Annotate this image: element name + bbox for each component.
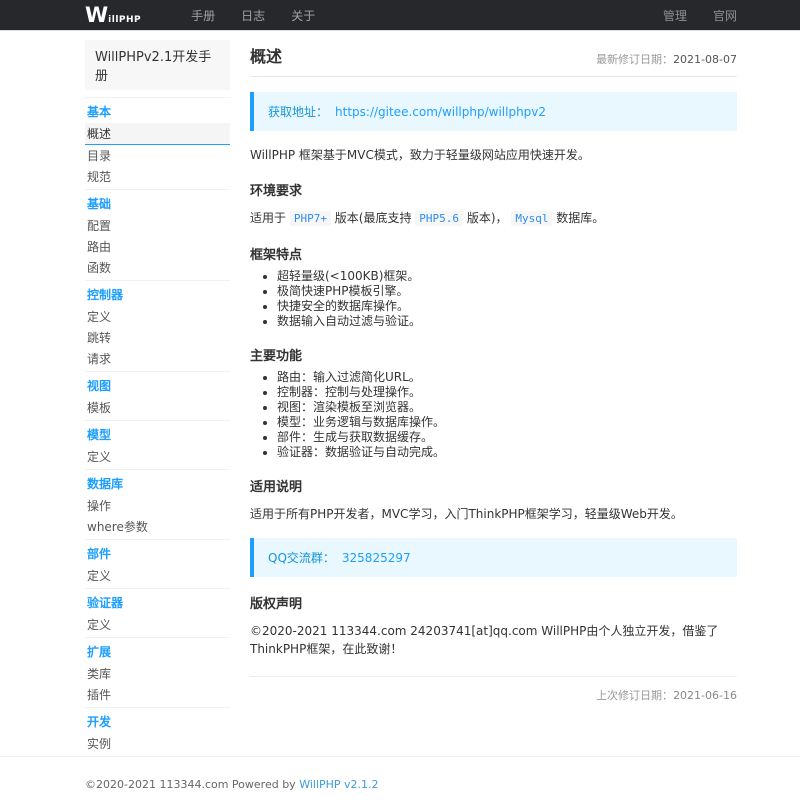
page-title: 概述 xyxy=(250,43,282,67)
usage-heading: 适用说明 xyxy=(250,476,737,495)
sidebar-heading-database: 数据库 xyxy=(85,471,230,495)
sidebar-item-catalog[interactable]: 目录 xyxy=(85,145,230,166)
latest-revision: 最新修订日期：2021-08-07 xyxy=(596,51,737,67)
functions-heading: 主要功能 xyxy=(250,345,737,364)
main-header: 概述 最新修订日期：2021-08-07 xyxy=(250,43,737,77)
qq-group-box: QQ交流群： 325825297 xyxy=(250,538,737,577)
code-php7: PHP7+ xyxy=(290,211,331,226)
list-item: 模型：业务逻辑与数据库操作。 xyxy=(277,415,737,430)
nav-official-site[interactable]: 官网 xyxy=(713,7,737,24)
sidebar-heading-validator: 验证器 xyxy=(85,590,230,614)
sidebar-heading-develop: 开发 xyxy=(85,709,230,733)
list-item: 数据输入自动过滤与验证。 xyxy=(277,314,737,329)
nav-menu: 手册 日志 关于 xyxy=(165,7,315,24)
functions-list: 路由：输入过滤简化URL。 控制器：控制与处理操作。 视图：渲染模板至浏览器。 … xyxy=(250,370,737,460)
sidebar-title: WillPHPv2.1开发手册 xyxy=(85,40,230,90)
logo[interactable]: WillPHP xyxy=(85,5,141,26)
list-item: 部件：生成与获取数据缓存。 xyxy=(277,430,737,445)
sidebar-group-foundation: 基础 配置 路由 函数 xyxy=(85,189,230,280)
sidebar-group-model: 模型 定义 xyxy=(85,420,230,469)
sidebar-group-extension: 扩展 类库 插件 xyxy=(85,637,230,707)
sidebar-item-config[interactable]: 配置 xyxy=(85,215,230,236)
sidebar-group-basic: 基本 概述 目录 规范 xyxy=(85,97,230,189)
list-item: 极简快速PHP模板引擎。 xyxy=(277,284,737,299)
sidebar-heading-model: 模型 xyxy=(85,422,230,446)
list-item: 验证器：数据验证与自动完成。 xyxy=(277,445,737,460)
usage-text: 适用于所有PHP开发者，MVC学习，入门ThinkPHP框架学习，轻量级Web开… xyxy=(250,505,737,523)
sidebar-group-controller: 控制器 定义 跳转 请求 xyxy=(85,280,230,371)
sidebar-item-spec[interactable]: 规范 xyxy=(85,166,230,187)
logo-big: W xyxy=(85,5,108,26)
nav-log[interactable]: 日志 xyxy=(241,7,265,24)
sidebar-group-view: 视图 模板 xyxy=(85,371,230,420)
sidebar-item-model-define[interactable]: 定义 xyxy=(85,446,230,467)
copyright-heading: 版权声明 xyxy=(250,593,737,612)
top-navbar: WillPHP 手册 日志 关于 管理 官网 xyxy=(0,0,800,31)
list-item: 控制器：控制与处理操作。 xyxy=(277,385,737,400)
sidebar-item-db-where[interactable]: where参数 xyxy=(85,516,230,537)
sidebar-item-dev-example[interactable]: 实例 xyxy=(85,733,230,754)
sidebar-group-widget: 部件 定义 xyxy=(85,539,230,588)
sidebar-group-validator: 验证器 定义 xyxy=(85,588,230,637)
sidebar-item-db-operate[interactable]: 操作 xyxy=(85,495,230,516)
sidebar-item-ctrl-request[interactable]: 请求 xyxy=(85,348,230,369)
list-item: 视图：渲染模板至浏览器。 xyxy=(277,400,737,415)
features-list: 超轻量级(<100KB)框架。 极简快速PHP模板引擎。 快捷安全的数据库操作。… xyxy=(250,269,737,329)
nav-manual[interactable]: 手册 xyxy=(191,7,215,24)
footer-willphp-link[interactable]: WillPHP v2.1.2 xyxy=(299,778,378,791)
nav-about[interactable]: 关于 xyxy=(291,7,315,24)
list-item: 超轻量级(<100KB)框架。 xyxy=(277,269,737,284)
sidebar-item-validator-define[interactable]: 定义 xyxy=(85,614,230,635)
source-address-label: 获取地址： xyxy=(268,105,328,119)
sidebar-heading-controller: 控制器 xyxy=(85,282,230,306)
sidebar-item-ctrl-jump[interactable]: 跳转 xyxy=(85,327,230,348)
logo-small: illPHP xyxy=(108,15,141,25)
sidebar-heading-extension: 扩展 xyxy=(85,639,230,663)
list-item: 快捷安全的数据库操作。 xyxy=(277,299,737,314)
sidebar-heading-view: 视图 xyxy=(85,373,230,397)
latest-revision-date: 2021-08-07 xyxy=(673,53,737,66)
sidebar-item-route[interactable]: 路由 xyxy=(85,236,230,257)
sidebar-group-develop: 开发 实例 xyxy=(85,707,230,756)
sidebar-item-ext-plugin[interactable]: 插件 xyxy=(85,684,230,705)
sidebar-heading-widget: 部件 xyxy=(85,541,230,565)
main-content: 概述 最新修订日期：2021-08-07 获取地址： https://gitee.… xyxy=(250,31,737,713)
copyright-text: ©2020-2021 113344.com 24203741[at]qq.com… xyxy=(250,622,737,658)
sidebar-item-template[interactable]: 模板 xyxy=(85,397,230,418)
last-revision-label: 上次修订日期： xyxy=(596,689,673,702)
features-heading: 框架特点 xyxy=(250,244,737,263)
qq-group-label: QQ交流群： xyxy=(268,551,335,565)
sidebar-group-database: 数据库 操作 where参数 xyxy=(85,469,230,539)
list-item: 路由：输入过滤简化URL。 xyxy=(277,370,737,385)
sidebar-heading-basic: 基本 xyxy=(85,99,230,123)
qq-group-number: 325825297 xyxy=(342,551,411,565)
code-mysql: Mysql xyxy=(511,211,552,226)
sidebar-item-function[interactable]: 函数 xyxy=(85,257,230,278)
latest-revision-label: 最新修订日期： xyxy=(596,53,673,66)
nav-admin[interactable]: 管理 xyxy=(663,7,687,24)
sidebar-item-ext-classlib[interactable]: 类库 xyxy=(85,663,230,684)
last-revision-date: 2021-06-16 xyxy=(673,689,737,702)
page-footer: ©2020-2021 113344.com Powered by WillPHP… xyxy=(0,756,800,812)
footer-copyright: ©2020-2021 113344.com Powered by xyxy=(85,778,299,791)
sidebar-item-widget-define[interactable]: 定义 xyxy=(85,565,230,586)
sidebar-item-overview[interactable]: 概述 xyxy=(85,123,230,145)
intro-text: WillPHP 框架基于MVC模式，致力于轻量级网站应用快速开发。 xyxy=(250,146,737,164)
env-heading: 环境要求 xyxy=(250,180,737,199)
source-address-box: 获取地址： https://gitee.com/willphp/willphpv2 xyxy=(250,92,737,131)
code-php56: PHP5.6 xyxy=(415,211,463,226)
last-revision: 上次修订日期：2021-06-16 xyxy=(250,677,737,713)
sidebar: WillPHPv2.1开发手册 基本 概述 目录 规范 基础 配置 路由 函数 … xyxy=(85,31,230,756)
sidebar-item-ctrl-define[interactable]: 定义 xyxy=(85,306,230,327)
sidebar-heading-foundation: 基础 xyxy=(85,191,230,215)
gitee-repo-link[interactable]: https://gitee.com/willphp/willphpv2 xyxy=(335,105,546,119)
env-text: 适用于 PHP7+ 版本(最底支持 PHP5.6 版本)， Mysql 数据库。 xyxy=(250,209,737,228)
nav-right-menu: 管理 官网 xyxy=(637,7,737,24)
